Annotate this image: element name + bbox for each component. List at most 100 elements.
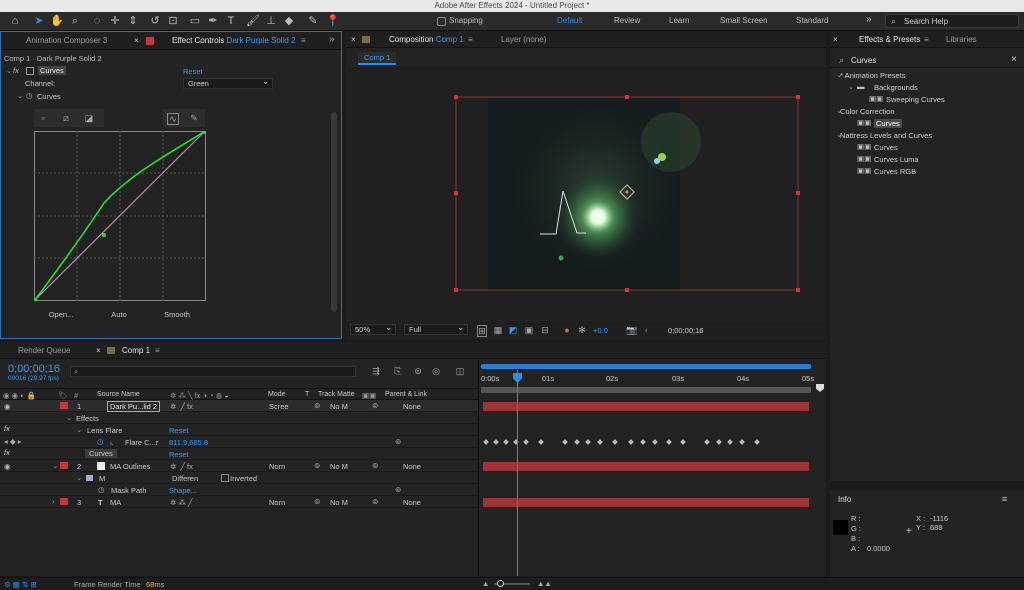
flare-center-row[interactable]: ◂ ◆ ▸ ◷ ⌞ Flare C...r 811.9,685.8 ⊚ <box>0 436 478 448</box>
tab-effects-presets[interactable]: Effects & Presets <box>859 35 920 44</box>
work-area-bar[interactable] <box>481 364 811 369</box>
keyframe[interactable] <box>597 439 603 445</box>
type-tool-icon[interactable]: T <box>224 14 238 28</box>
selection-tool-icon[interactable]: ➤ <box>32 14 46 28</box>
mask-expand-icon[interactable]: ⌄ <box>76 473 82 482</box>
zoom-out-mountain-icon[interactable]: ▲ <box>482 579 489 588</box>
smooth-button[interactable]: Smooth <box>157 310 197 319</box>
orbit-camera-icon[interactable]: ◌ <box>90 14 104 28</box>
guides-icon[interactable]: ⊟ <box>540 325 550 335</box>
brush-tool-icon[interactable]: 🖌 <box>246 14 260 28</box>
effects-tree-item[interactable]: ▣▣ Curves RGB <box>830 165 1024 177</box>
region-of-interest-icon[interactable]: ▣ <box>524 325 534 335</box>
expand-chevron-icon[interactable]: ⌄ <box>6 66 12 75</box>
keyframe[interactable] <box>585 439 591 445</box>
workspace-default[interactable]: Default <box>557 16 582 25</box>
flare-center-value[interactable]: 811.9,685.8 <box>169 438 208 447</box>
reset-link[interactable]: Reset <box>183 67 203 76</box>
tab-animation-composer[interactable]: Animation Composer 3 <box>26 36 107 45</box>
mask-visibility-icon[interactable]: ◩ <box>508 325 518 335</box>
keyframe[interactable] <box>739 439 745 445</box>
pickwhip-icon[interactable]: ⊚ <box>372 401 378 410</box>
timeline-tracks[interactable]: 0:00s 01s 02s 03s 04s 05s <box>478 360 826 576</box>
layer-3-expand-icon[interactable]: › <box>52 497 55 506</box>
channel-dropdown[interactable]: Green <box>183 77 273 89</box>
layer-mode[interactable]: Scree <box>269 402 289 411</box>
snapping-checkbox[interactable] <box>437 17 446 26</box>
lens-flare-row[interactable]: fx ⌄ Lens Flare Reset <box>0 424 478 436</box>
tab-effect-controls[interactable]: Effect Controls Dark Purple Solid 2 <box>172 36 295 45</box>
mask-path-row[interactable]: ◷ Mask Path Shape... ⊚ <box>0 484 478 496</box>
effects-tree-item[interactable]: ▣▣ Curves <box>830 141 1024 153</box>
layer-2-track-bar[interactable] <box>483 462 809 471</box>
close-effects-tab-icon[interactable]: × <box>833 35 838 44</box>
col-source-name[interactable]: Source Name <box>97 391 140 398</box>
mask-pickwhip-icon[interactable]: ⊚ <box>395 485 401 494</box>
flare-keyframes[interactable] <box>483 438 809 447</box>
curves-effect-row[interactable]: fx Curves Reset <box>0 448 478 460</box>
effects-tree-item[interactable]: ⌄ Color Correction <box>830 105 1024 117</box>
curves-graph[interactable] <box>34 131 206 301</box>
layer-parent[interactable]: None <box>403 498 421 507</box>
comp-mini-flowchart-icon[interactable]: ⇶ <box>370 366 382 376</box>
snapshot-camera-icon[interactable]: 📷 <box>626 325 637 335</box>
preserve-transparency-icon[interactable]: ⊚ <box>314 497 320 506</box>
zoom-slider-knob[interactable] <box>497 580 504 587</box>
visibility-eye-icon[interactable]: ◉ <box>4 462 11 471</box>
timeline-zoom-slider[interactable] <box>494 580 530 587</box>
effects-tree-item[interactable]: ▣▣ Sweeping Curves <box>830 93 1024 105</box>
scrollbar[interactable] <box>331 112 337 312</box>
effects-tree-item[interactable]: ▣▣ Curves <box>830 117 1024 129</box>
col-parent[interactable]: Parent & Link <box>385 391 427 398</box>
clone-stamp-icon[interactable]: ⊥ <box>264 14 278 28</box>
draft-3d-icon[interactable]: ⎘ <box>392 366 404 376</box>
mask-mode-dropdown[interactable]: Differen <box>172 474 198 483</box>
dolly-camera-icon[interactable]: ⇕ <box>126 14 140 28</box>
comp-panel-menu-icon[interactable]: ≡ <box>468 35 473 44</box>
keyframe[interactable] <box>628 439 634 445</box>
visibility-eye-icon[interactable]: ◉ <box>4 402 11 411</box>
roto-brush-icon[interactable]: ✎ <box>306 14 320 28</box>
layer-parent[interactable]: None <box>403 462 421 471</box>
layer-name[interactable]: MA <box>110 498 121 507</box>
tab-composition[interactable]: Composition Comp 1 <box>389 35 464 44</box>
anchor-point-tool-icon[interactable]: ⊡ <box>166 14 180 28</box>
curves-fx-icon[interactable]: fx <box>4 448 10 457</box>
lens-flare-fx-icon[interactable]: fx <box>4 424 10 433</box>
layer-row-3[interactable]: › 3 T MA ✲ ⁂ ╱ Norn ⊚ No M ⊚ None <box>0 496 478 508</box>
curve-small-grid-icon[interactable]: ⧄ <box>61 113 71 123</box>
timeline-menu-icon[interactable]: ≡ <box>155 346 160 355</box>
panel-menu-icon[interactable]: ≡ <box>301 36 306 45</box>
col-track-matte[interactable]: Track Matte <box>318 391 355 398</box>
curves-effect-label[interactable]: Curves <box>85 449 117 458</box>
pen-tool-icon[interactable]: ✒ <box>206 14 220 28</box>
graph-editor-icon[interactable]: ◫ <box>454 366 466 376</box>
lens-flare-reset[interactable]: Reset <box>169 426 189 435</box>
workspace-small-screen[interactable]: Small Screen <box>720 16 768 25</box>
comp-breadcrumb[interactable]: Comp 1 <box>358 52 397 65</box>
layer-label-color[interactable] <box>60 462 68 469</box>
expression-pickwhip-icon[interactable]: ⊚ <box>395 437 401 446</box>
workspace-standard[interactable]: Standard <box>796 16 828 25</box>
curves-expand-icon[interactable]: ⌄ <box>17 91 23 100</box>
tree-expand-icon[interactable]: ⌄ <box>848 82 854 91</box>
layer-switches[interactable]: ✲ ╱ fx <box>170 462 193 471</box>
curves-reset[interactable]: Reset <box>169 450 189 459</box>
layer-switches[interactable]: ✲ ⁂ ╱ <box>170 498 192 507</box>
zoom-dropdown[interactable]: 50% <box>350 323 396 335</box>
workspace-review[interactable]: Review <box>614 16 640 25</box>
zoom-in-mountain-icon[interactable]: ▲▲ <box>537 579 552 588</box>
mask-color-swatch[interactable] <box>86 475 93 481</box>
preserve-transparency-icon[interactable]: ⊚ <box>314 461 320 470</box>
keyframe[interactable] <box>538 439 544 445</box>
layer-label-color[interactable] <box>60 402 68 409</box>
keyframe[interactable] <box>704 439 710 445</box>
mask-row[interactable]: ⌄ M Differen Inverted <box>0 472 478 484</box>
layer-2-expand-icon[interactable]: ⌄ <box>52 461 58 470</box>
col-mode[interactable]: Mode <box>268 391 286 398</box>
effects-tree-item[interactable]: ⌄ ▬ Backgrounds <box>830 81 1024 93</box>
keyframe[interactable] <box>503 439 509 445</box>
pan-camera-icon[interactable]: ✛ <box>108 14 122 28</box>
keyframe[interactable] <box>574 439 580 445</box>
layer-row-1[interactable]: ◉ 1 Dark Pu...lid 2 ✲ ╱ fx Scree ⊚ No M … <box>0 400 478 412</box>
